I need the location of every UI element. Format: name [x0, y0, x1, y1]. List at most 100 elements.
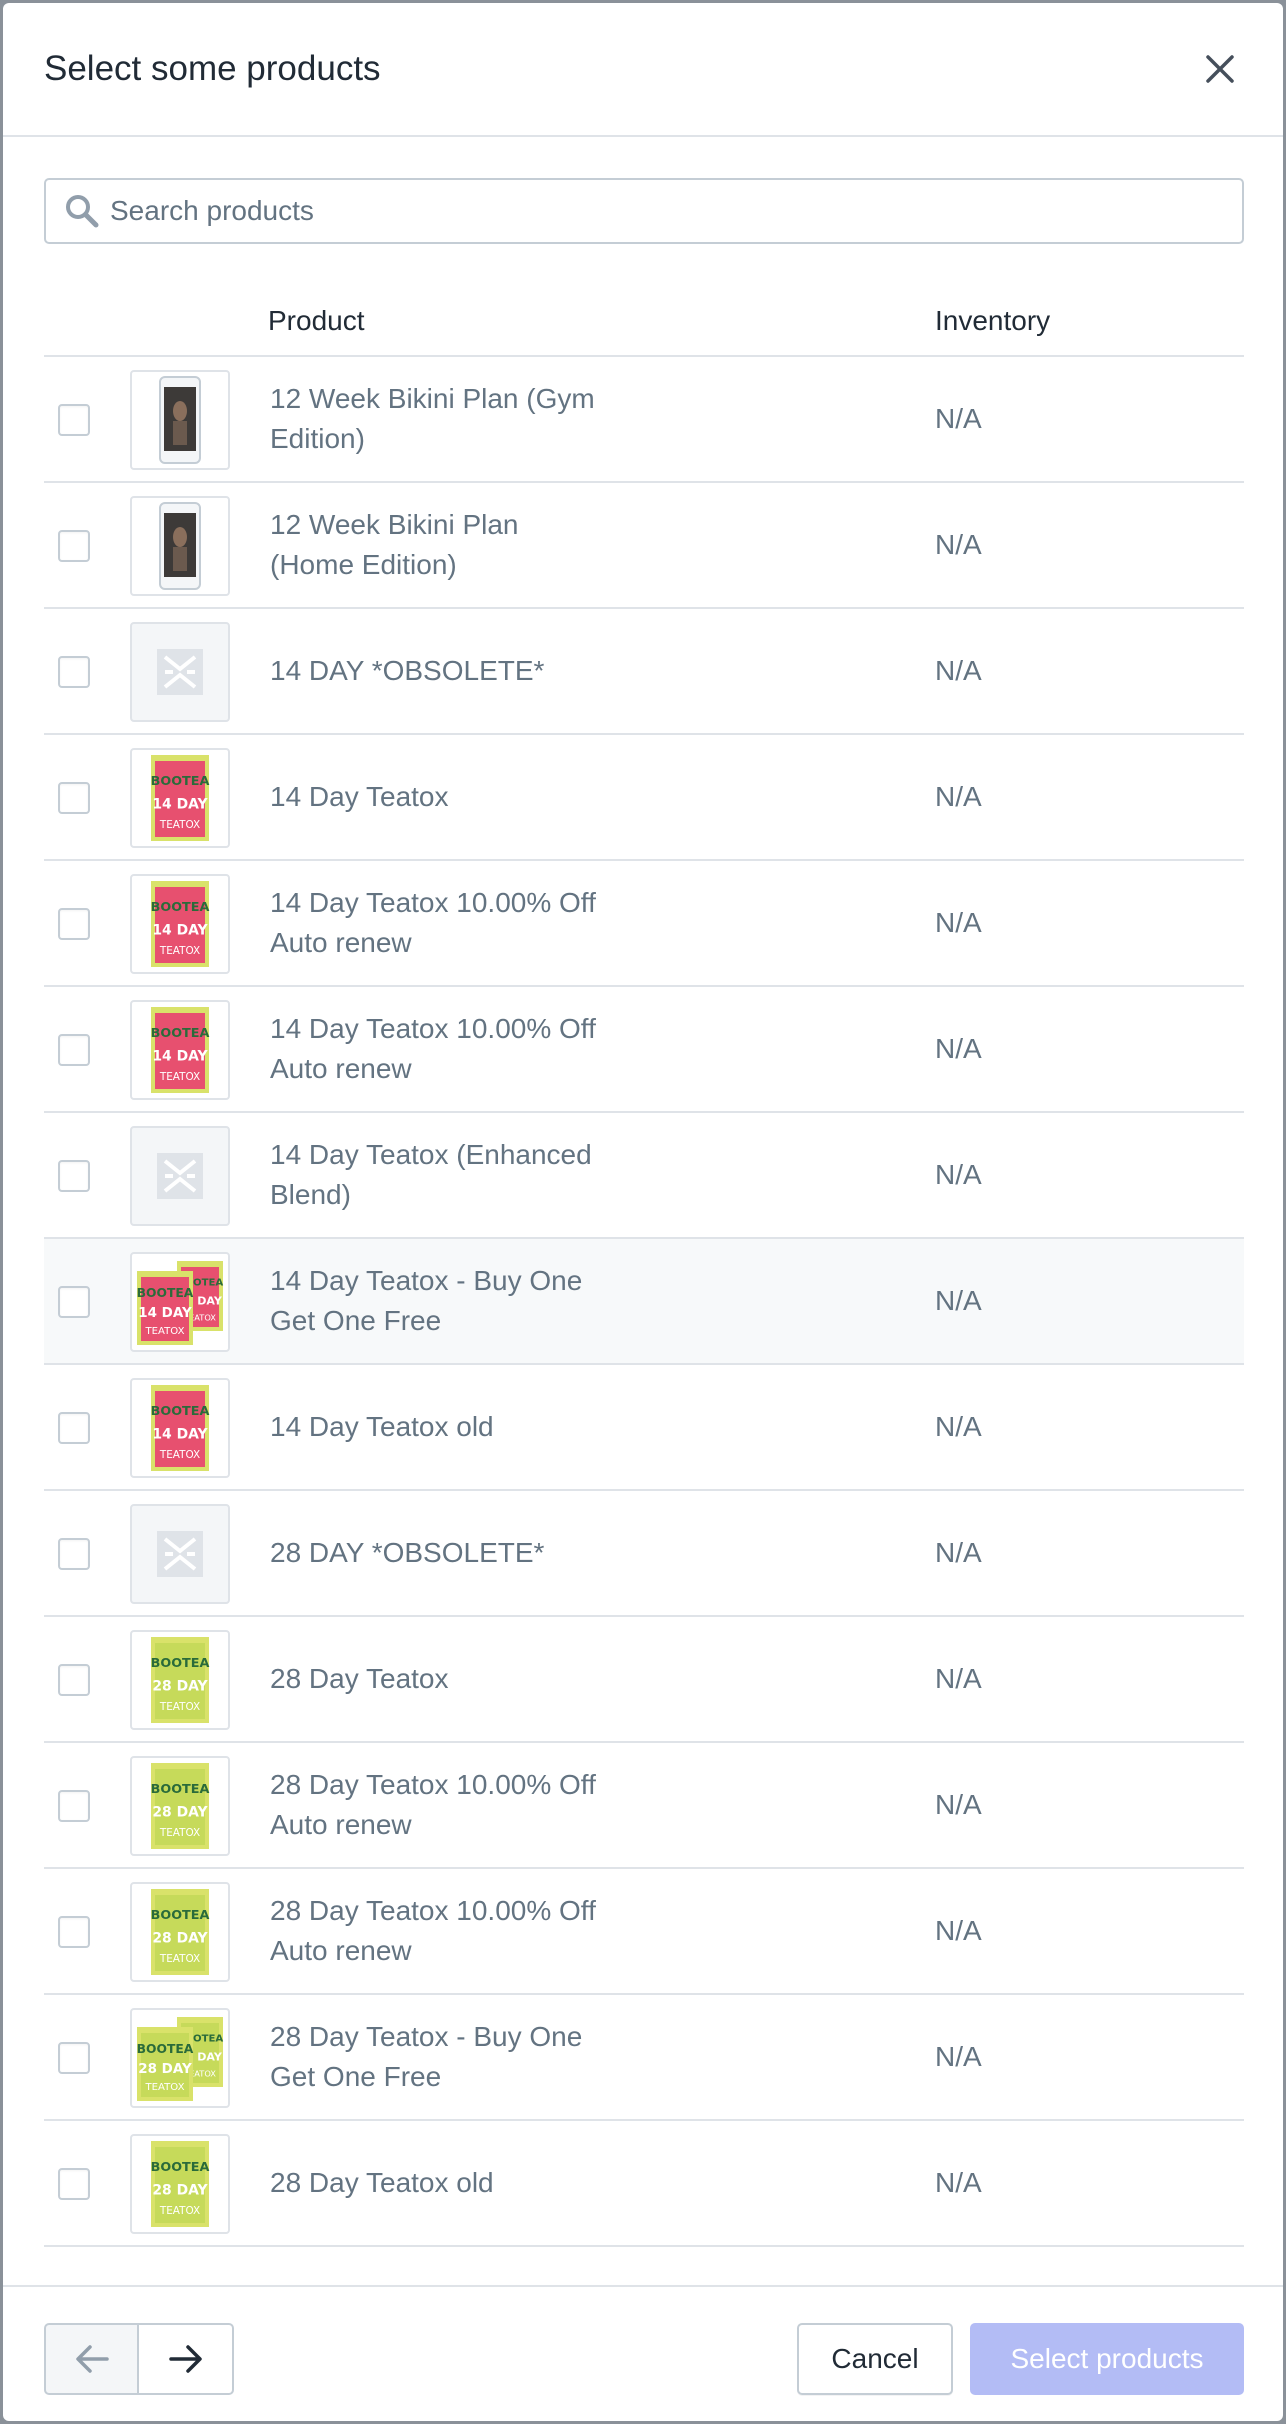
svg-text:28 DAY: 28 DAY — [138, 2062, 192, 2077]
product-thumbnail: BOOTEA 14 DAY TEATOX — [130, 748, 230, 848]
previous-page-button[interactable] — [44, 2323, 139, 2395]
product-inventory: N/A — [935, 1159, 982, 1190]
table-row[interactable]: BOOTEA 14 DAY TEATOX 14 Day Teatox N/A — [44, 735, 1244, 861]
svg-text:TEATOX: TEATOX — [159, 819, 200, 831]
product-thumbnail — [130, 370, 230, 470]
product-name: 14 Day Teatox (Enhanced Blend) — [270, 1139, 592, 1210]
row-checkbox[interactable] — [58, 1664, 90, 1696]
svg-text:14 DAY: 14 DAY — [152, 922, 208, 938]
row-checkbox[interactable] — [58, 1538, 90, 1570]
svg-text:BOOTEA: BOOTEA — [137, 1286, 194, 1300]
close-button[interactable] — [1197, 46, 1243, 92]
table-row[interactable]: 12 Week Bikini Plan (Gym Edition) N/A — [44, 357, 1244, 483]
product-inventory: N/A — [935, 1663, 982, 1694]
row-checkbox[interactable] — [58, 908, 90, 940]
column-header-inventory: Inventory — [935, 305, 1051, 336]
product-inventory: N/A — [935, 1789, 982, 1820]
svg-text:28 DAY: 28 DAY — [152, 2182, 208, 2198]
product-thumbnail: BOOTEA 14 DAY TEATOX — [130, 1378, 230, 1478]
table-row[interactable]: BOOTEA 28 DAY TEATOX 28 Day Teatox 10.00% O… — [44, 1869, 1244, 1995]
pagination — [44, 2323, 234, 2395]
row-checkbox[interactable] — [58, 1160, 90, 1192]
product-thumbnail: BOOTEA 14 DAY TEATOX — [130, 874, 230, 974]
row-checkbox[interactable] — [58, 1412, 90, 1444]
next-page-button[interactable] — [139, 2323, 234, 2395]
product-name: 28 Day Teatox - Buy One Get One Free — [270, 2021, 583, 2092]
table-row[interactable]: 14 Day Teatox (Enhanced Blend) N/A — [44, 1113, 1244, 1239]
search-field[interactable] — [44, 178, 1244, 244]
table-row[interactable]: 12 Week Bikini Plan (Home Edition) N/A — [44, 483, 1244, 609]
svg-text:BOOTEA: BOOTEA — [151, 1782, 210, 1797]
table-row[interactable]: BOOTEA 28 DAY TEATOX 28 Day Teatox 10.00% O… — [44, 1743, 1244, 1869]
table-header: Product Inventory — [44, 291, 1244, 357]
product-inventory: N/A — [935, 655, 982, 686]
svg-text:BOOTEA: BOOTEA — [151, 900, 210, 915]
svg-text:TEATOX: TEATOX — [159, 1827, 200, 1839]
select-products-button[interactable]: Select products — [970, 2323, 1244, 2395]
product-name: 12 Week Bikini Plan (Home Edition) — [270, 509, 519, 580]
product-name: 14 DAY *OBSOLETE* — [270, 655, 545, 686]
table-row[interactable]: BOOTEA 28 DAY TEATOX 28 Day Teatox old N/A — [44, 2121, 1244, 2247]
product-inventory: N/A — [935, 781, 982, 812]
close-icon — [1206, 55, 1234, 83]
svg-text:TEATOX: TEATOX — [145, 2082, 185, 2093]
row-checkbox[interactable] — [58, 1916, 90, 1948]
row-checkbox[interactable] — [58, 2042, 90, 2074]
product-name: 14 Day Teatox — [270, 781, 449, 812]
product-inventory: N/A — [935, 2167, 982, 2198]
row-checkbox[interactable] — [58, 1034, 90, 1066]
table-row[interactable]: BOOTEA 14 DAY TEATOX 14 Day Teatox 10.00% O… — [44, 987, 1244, 1113]
row-checkbox[interactable] — [58, 1286, 90, 1318]
svg-text:28 DAY: 28 DAY — [152, 1930, 208, 1946]
table-row[interactable]: BOOTEA 28 DAY TEATOX 28 Day Teatox N/A — [44, 1617, 1244, 1743]
row-checkbox[interactable] — [58, 2168, 90, 2200]
product-thumbnail: BOOTEA 28 DAY TEATOX — [130, 2134, 230, 2234]
product-name: 28 Day Teatox 10.00% Off Auto renew — [270, 1895, 596, 1966]
table-row[interactable]: BOOTEA 14 DAY TEATOX 14 Day Teatox old N/A — [44, 1365, 1244, 1491]
product-thumbnail — [130, 1504, 230, 1604]
table-row[interactable]: 14 DAY *OBSOLETE* N/A — [44, 609, 1244, 735]
arrow-right-icon — [168, 2345, 202, 2373]
product-inventory: N/A — [935, 1033, 982, 1064]
row-checkbox[interactable] — [58, 782, 90, 814]
svg-text:28 DAY: 28 DAY — [152, 1804, 208, 1820]
product-inventory: N/A — [935, 2041, 982, 2072]
table-row[interactable]: BOOTEA 14 DAY TEATOX BOOTEA 14 DAY TEATOX 14 D… — [44, 1239, 1244, 1365]
product-name: 14 Day Teatox - Buy One Get One Free — [270, 1265, 583, 1336]
search-input[interactable] — [110, 181, 1242, 241]
product-thumbnail — [130, 1126, 230, 1226]
modal-footer: Cancel Select products — [3, 2285, 1283, 2421]
product-thumbnail: BOOTEA 28 DAY TEATOX — [130, 1756, 230, 1856]
cancel-button[interactable]: Cancel — [797, 2323, 953, 2395]
product-inventory: N/A — [935, 529, 982, 560]
row-checkbox[interactable] — [58, 1790, 90, 1822]
table-row[interactable]: BOOTEA 28 DAY TEATOX BOOTEA 28 DAY TEATOX 28 D… — [44, 1995, 1244, 2121]
product-thumbnail — [130, 496, 230, 596]
svg-text:BOOTEA: BOOTEA — [151, 1656, 210, 1671]
row-checkbox[interactable] — [58, 404, 90, 436]
product-inventory: N/A — [935, 907, 982, 938]
svg-text:14 DAY: 14 DAY — [138, 1306, 192, 1321]
product-name: 14 Day Teatox old — [270, 1411, 494, 1442]
row-checkbox[interactable] — [58, 530, 90, 562]
row-checkbox[interactable] — [58, 656, 90, 688]
product-inventory: N/A — [935, 1285, 982, 1316]
product-thumbnail: BOOTEA 28 DAY TEATOX — [130, 1630, 230, 1730]
product-name: 28 Day Teatox old — [270, 2167, 494, 2198]
svg-text:BOOTEA: BOOTEA — [151, 1026, 210, 1041]
product-inventory: N/A — [935, 1411, 982, 1442]
modal-header: Select some products — [3, 3, 1283, 137]
svg-text:TEATOX: TEATOX — [159, 1953, 200, 1965]
table-row[interactable]: 28 DAY *OBSOLETE* N/A — [44, 1491, 1244, 1617]
svg-text:TEATOX: TEATOX — [159, 1449, 200, 1461]
arrow-left-icon — [75, 2345, 109, 2373]
svg-text:BOOTEA: BOOTEA — [151, 1908, 210, 1923]
table-row[interactable]: BOOTEA 14 DAY TEATOX 14 Day Teatox 10.00% O… — [44, 861, 1244, 987]
svg-text:BOOTEA: BOOTEA — [137, 2042, 194, 2056]
search-icon — [54, 183, 110, 239]
svg-text:BOOTEA: BOOTEA — [151, 2160, 210, 2175]
product-name: 12 Week Bikini Plan (Gym Edition) — [270, 383, 595, 454]
svg-text:14 DAY: 14 DAY — [152, 1048, 208, 1064]
product-name: 28 Day Teatox 10.00% Off Auto renew — [270, 1769, 596, 1840]
svg-text:14 DAY: 14 DAY — [152, 796, 208, 812]
